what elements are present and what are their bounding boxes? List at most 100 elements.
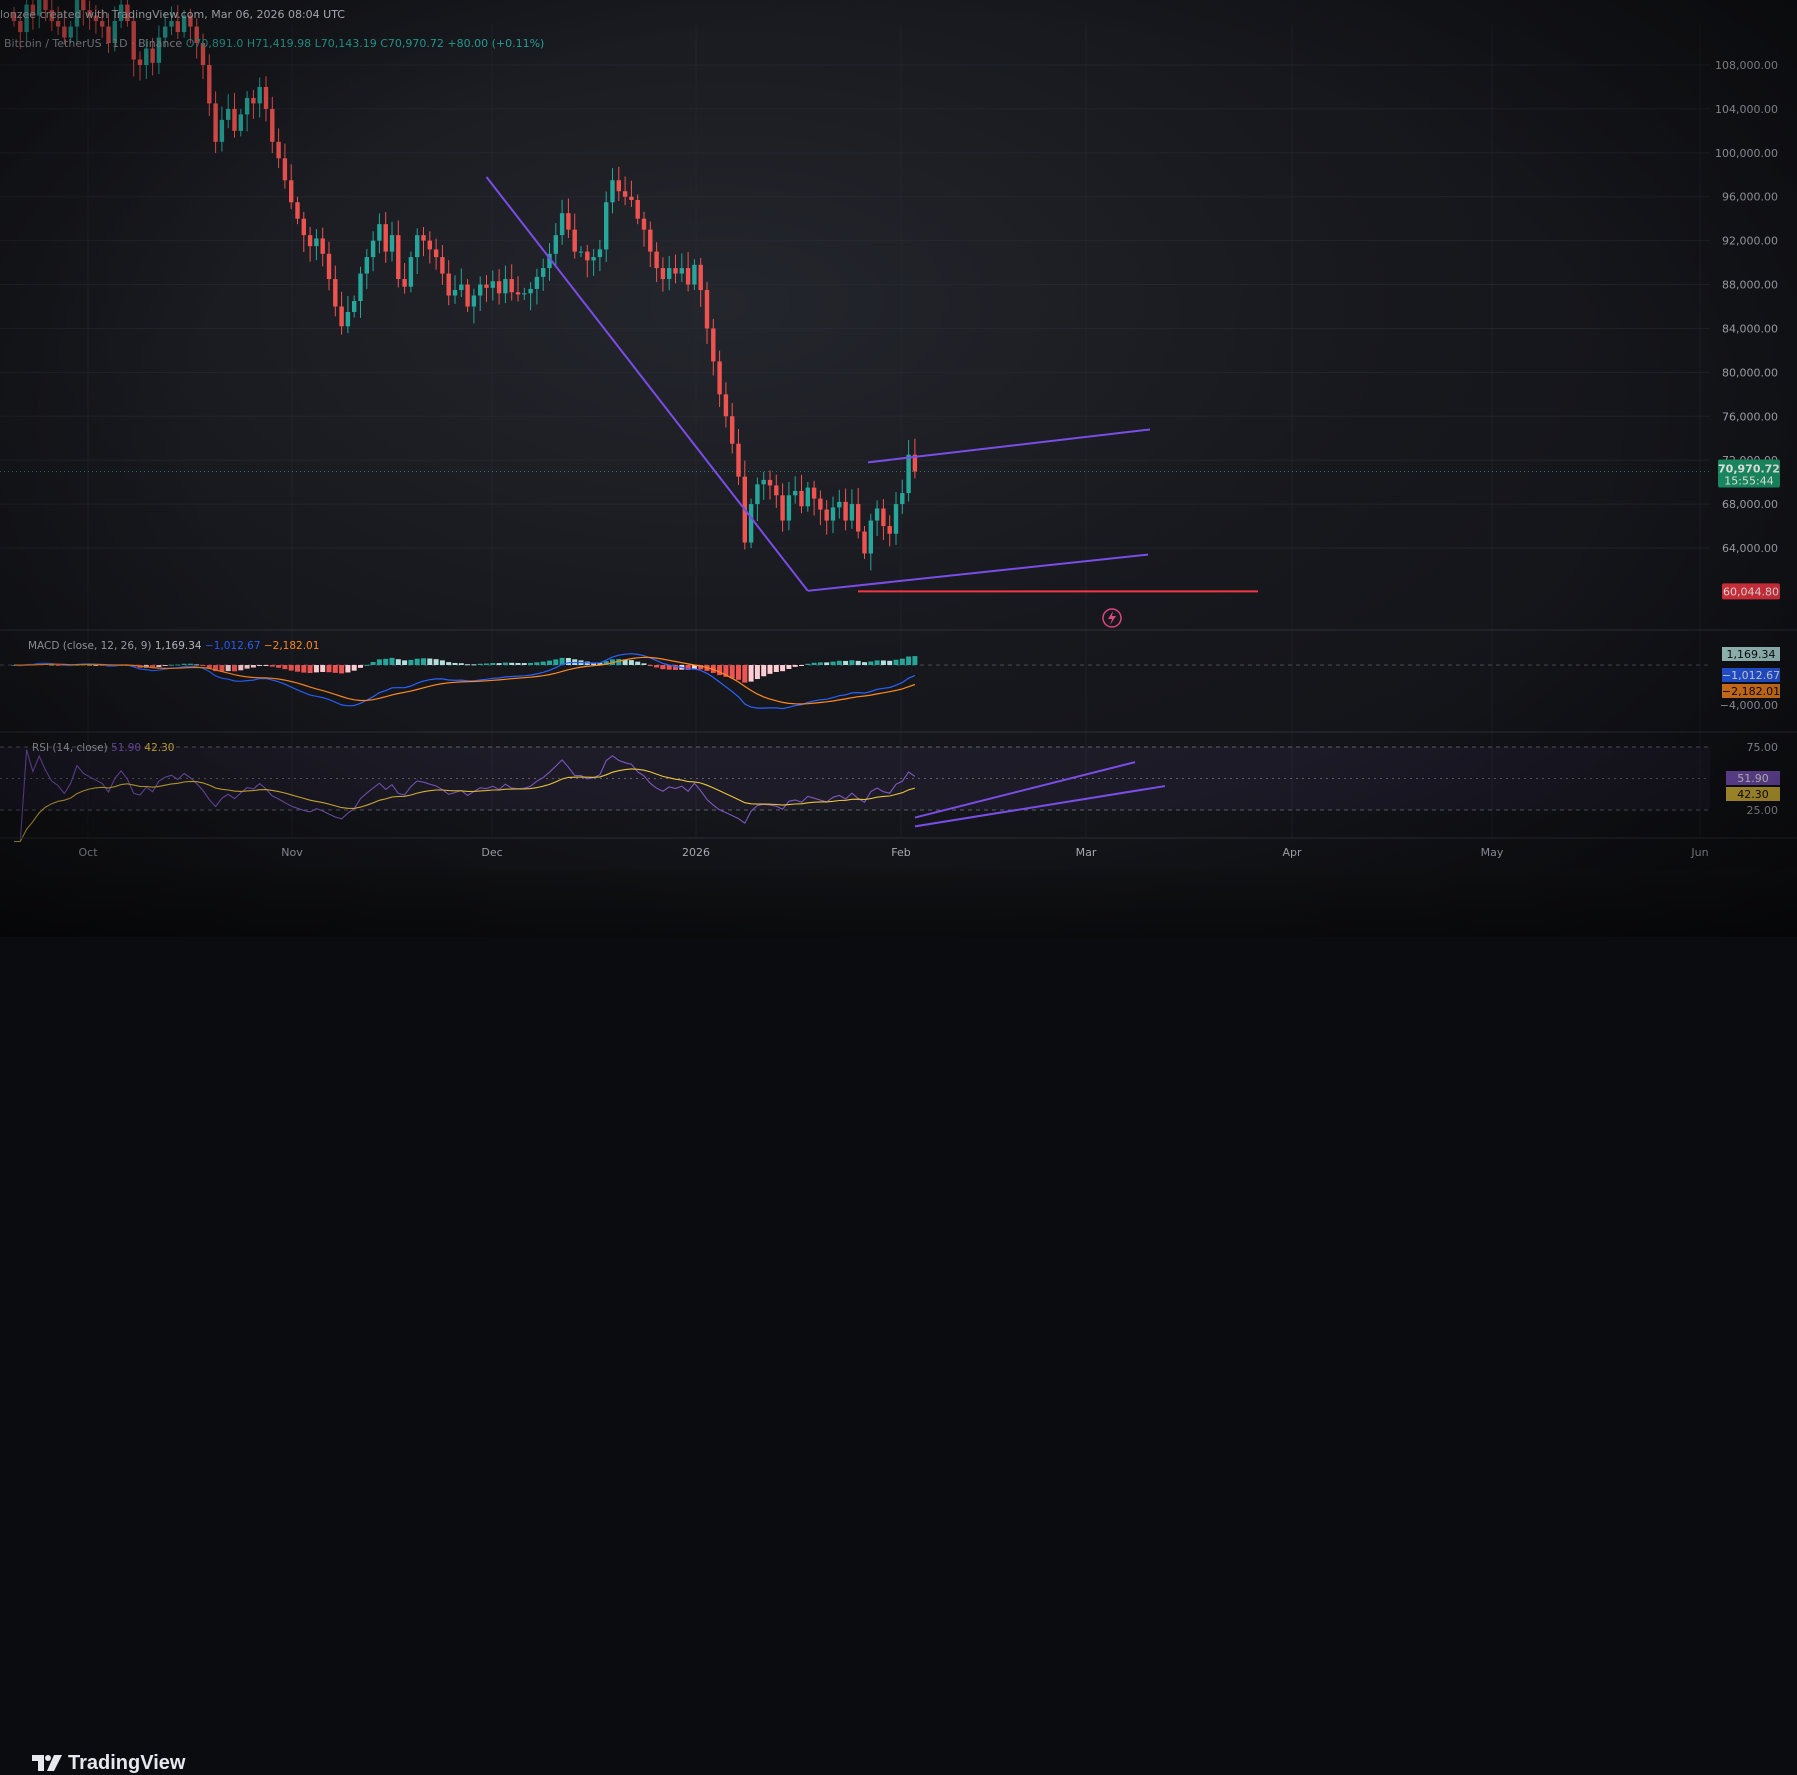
candle-body (307, 235, 313, 247)
candle-body (881, 508, 886, 527)
candle-body (144, 48, 149, 65)
macd-histogram-bar (817, 662, 823, 665)
candle-body (604, 202, 609, 250)
candle-body (616, 180, 621, 192)
macd-histogram-bar (836, 660, 842, 665)
symbol-info: Bitcoin / TetherUS · 1D · Binance O70,89… (4, 37, 544, 50)
macd-histogram-bar (295, 665, 300, 672)
chart-canvas[interactable]: 108,000.00 104,000.00 100,000.00 96,000.00 9… (0, 0, 1797, 870)
time-tick: May (1481, 846, 1504, 859)
candle-body (440, 257, 445, 274)
rsi-legend-name: RSI (14, close) (32, 742, 108, 754)
price-tick: 100,000.00 (1715, 147, 1778, 160)
time-tick: Oct (78, 846, 98, 859)
macd-histogram-bar (244, 665, 250, 669)
macd-histogram-bar (792, 665, 798, 667)
candle-body (679, 268, 684, 274)
candle-body (490, 281, 495, 288)
candle-body (843, 501, 848, 521)
candle-body (251, 97, 256, 104)
macd-histogram-bar (748, 665, 754, 682)
macd-histogram-bar (887, 660, 893, 665)
macd-histogram-bar (257, 665, 263, 666)
candle-body (446, 273, 451, 296)
macd-histogram-bar (912, 656, 918, 665)
macd-legend[interactable]: MACD (close, 12, 26, 9) 1,169.34 −1,012.… (28, 640, 319, 652)
candle-body (667, 268, 672, 280)
macd-histogram-bar (376, 659, 382, 665)
macd-histogram-bar (660, 665, 666, 670)
rsi-legend[interactable]: RSI (14, close) 51.90 42.30 (32, 742, 174, 754)
candle-body (761, 479, 766, 485)
chart-frame[interactable]: 108,000.00 104,000.00 100,000.00 96,000.00 9… (0, 0, 1797, 870)
macd-histogram-bar (389, 657, 395, 665)
candle-body (515, 292, 521, 295)
macd-histogram-bar (250, 665, 256, 668)
macd-histogram-bar (811, 662, 817, 665)
candle-body (18, 21, 23, 33)
tradingview-logo[interactable]: TradingView (32, 1751, 185, 1775)
time-tick: Mar (1076, 846, 1097, 859)
macd-histogram-bar (332, 665, 338, 673)
candle-body (244, 97, 250, 115)
macd-tick: −2,182.01 (1722, 685, 1780, 698)
macd-histogram-bar (414, 658, 420, 665)
tradingview-logo-text: TradingView (68, 1751, 186, 1774)
candle-body (169, 21, 174, 27)
rsi-tick: 25.00 (1747, 804, 1779, 817)
macd-histogram-bar (843, 660, 849, 665)
candle-body (660, 268, 666, 280)
macd-tick: 1,169.34 (1727, 648, 1776, 661)
candle-body (673, 268, 678, 274)
candle-body (100, 21, 105, 27)
macd-histogram-bar (320, 665, 326, 672)
candle-body (566, 213, 571, 230)
candle-body (408, 257, 414, 287)
price-tick: 80,000.00 (1722, 366, 1778, 379)
candle-body (238, 114, 243, 131)
candle-body (150, 48, 155, 63)
tradingview-logo-icon (32, 1755, 62, 1771)
macd-histogram-bar (326, 665, 332, 673)
macd-histogram-bar (458, 663, 464, 665)
macd-histogram-bar (862, 662, 867, 665)
candle-body (786, 495, 792, 521)
candle-body (175, 21, 180, 33)
macd-histogram-bar (452, 662, 458, 665)
channel-lower-line (807, 553, 1149, 592)
rsi-tick: 51.90 (1737, 772, 1769, 785)
macd-histogram-bar (773, 665, 779, 672)
candle-body (509, 279, 514, 293)
candle-body (868, 520, 873, 554)
candle-body (213, 103, 218, 142)
macd-histogram-bar (761, 665, 767, 677)
candle-body (856, 504, 861, 532)
candle-body (427, 240, 432, 250)
macd-histogram-bar (269, 665, 275, 667)
candle-body (837, 501, 842, 508)
macd-histogram-bar (345, 665, 351, 673)
macd-histogram-bar (238, 665, 244, 671)
candle-body (55, 21, 61, 27)
macd-histogram-bar (465, 664, 471, 666)
candle-body (320, 238, 325, 254)
candle-body (887, 526, 892, 534)
candle-body (289, 180, 294, 203)
candle-body (805, 487, 810, 507)
macd-histogram-bar (754, 665, 760, 680)
candle-body (282, 158, 288, 181)
macd-histogram-bar (169, 664, 174, 666)
time-tick: Dec (481, 846, 502, 859)
macd-histogram-bar (351, 665, 357, 671)
candle-body (270, 108, 275, 142)
macd-histogram-bar (162, 665, 168, 666)
time-tick: Nov (281, 846, 303, 859)
macd-histogram-bar (370, 661, 376, 665)
symbol-title[interactable]: Bitcoin / TetherUS · 1D · Binance (4, 37, 182, 50)
candle-body (301, 218, 306, 236)
candle-body (774, 485, 779, 496)
candle-body (68, 26, 73, 38)
candle-body (578, 251, 584, 253)
macd-legend-signal: −2,182.01 (263, 640, 320, 652)
candle-body (364, 257, 369, 274)
